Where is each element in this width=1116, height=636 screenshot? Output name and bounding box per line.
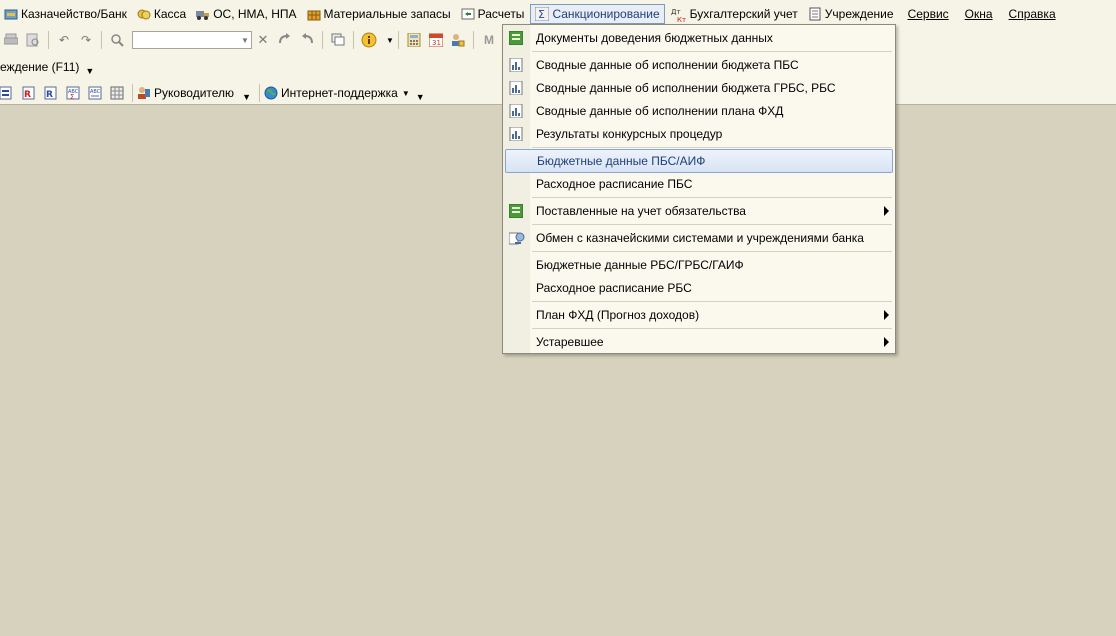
menu-cash-label: Касса — [153, 7, 187, 21]
functions-toolbar: R R ABC Σ ABC Руководителю ▼ Интернет-под… — [0, 81, 425, 105]
panel-label-button[interactable]: еждение (F11) — [0, 60, 79, 74]
menu-settlements[interactable]: Расчеты — [457, 4, 529, 24]
menu-accounting[interactable]: Дт Кт Бухгалтерский учет — [667, 4, 802, 24]
clear-search-icon[interactable]: ✕ — [254, 31, 272, 49]
abc-report-icon[interactable]: ABC — [86, 84, 104, 102]
report-icon — [509, 80, 523, 96]
panel-label: еждение (F11) — [0, 60, 80, 74]
menu-item-summary-pbs[interactable]: Сводные данные об исполнении бюджета ПБС — [503, 54, 895, 76]
menu-windows-label: Окна — [964, 7, 993, 21]
svg-text:ABC: ABC — [90, 89, 101, 95]
menu-settlements-label: Расчеты — [477, 7, 525, 21]
settlements-icon — [461, 7, 475, 21]
svg-text:31: 31 — [432, 39, 441, 47]
chevron-down-icon[interactable]: ▼ — [416, 92, 425, 102]
green-document-icon — [508, 30, 524, 46]
cashbox-icon — [137, 7, 151, 21]
windows-list-icon[interactable] — [329, 31, 347, 49]
print-icon[interactable] — [2, 31, 20, 49]
report-blue-icon[interactable]: R — [42, 84, 60, 102]
toolbar-separator — [132, 84, 133, 102]
manager-label: Руководителю — [154, 86, 235, 100]
menu-item-label: Сводные данные об исполнении бюджета ПБС — [536, 58, 799, 72]
svg-text:Σ: Σ — [70, 93, 74, 100]
document-icon — [808, 7, 822, 21]
inventory-icon — [307, 7, 321, 21]
find-next-icon[interactable] — [276, 31, 294, 49]
menu-fixed-assets-label: ОС, НМА, НПА — [213, 7, 297, 21]
menu-material-stocks-label: Материальные запасы — [323, 7, 451, 21]
report-red-icon[interactable]: R — [20, 84, 38, 102]
sum-report-icon[interactable]: ABC Σ — [64, 84, 82, 102]
toolbar-separator — [258, 84, 260, 102]
chevron-down-icon[interactable]: ▼ — [242, 92, 251, 102]
chevron-down-icon: ▼ — [401, 88, 410, 98]
panel-toolbar: еждение (F11) ▼ — [0, 55, 94, 79]
document-icon[interactable] — [0, 84, 16, 102]
toolbar-separator — [353, 31, 354, 49]
dt-kt-icon: Дт Кт — [671, 7, 687, 23]
menu-institution-label: Учреждение — [824, 7, 894, 21]
menu-sanctioning-label: Санкционирование — [552, 7, 660, 21]
toolbar-separator — [101, 31, 102, 49]
grid-icon[interactable] — [108, 84, 126, 102]
menu-material-stocks[interactable]: Материальные запасы — [303, 4, 455, 24]
svg-text:Σ: Σ — [538, 8, 545, 21]
toolbar-separator — [48, 31, 49, 49]
svg-text:R: R — [24, 90, 31, 100]
report-icon — [509, 57, 523, 73]
menu-treasury-bank-label: Казначейство/Банк — [21, 7, 127, 21]
chevron-down-icon[interactable]: ▼ — [85, 66, 94, 76]
chevron-down-icon[interactable]: ▼ — [239, 33, 251, 47]
menu-item-budget-data-documents[interactable]: Документы доведения бюджетных данных — [503, 27, 895, 49]
menu-separator — [532, 51, 892, 52]
manager-icon — [137, 86, 151, 100]
search-input[interactable]: ▼ — [132, 31, 252, 49]
menu-item-summary-grbs[interactable]: Сводные данные об исполнении бюджета ГРБ… — [503, 77, 895, 99]
globe-icon — [264, 86, 278, 100]
menu-treasury-bank[interactable]: Казначейство/Банк — [0, 4, 131, 24]
preview-icon[interactable] — [24, 31, 42, 49]
menu-windows[interactable]: Окна — [961, 4, 997, 24]
menu-service[interactable]: Сервис — [904, 4, 953, 24]
sigma-icon: Σ — [535, 7, 550, 21]
memory-icon[interactable]: M — [480, 31, 498, 49]
toolbar-separator — [322, 31, 323, 49]
search-icon[interactable] — [108, 31, 126, 49]
menu-sanctioning[interactable]: Σ Санкционирование — [530, 4, 665, 24]
svg-text:Дт: Дт — [671, 8, 681, 16]
bank-icon — [4, 7, 18, 21]
internet-support-label: Интернет-поддержка — [280, 86, 398, 100]
toolbar-separator — [398, 31, 399, 49]
find-previous-icon[interactable] — [298, 31, 316, 49]
menu-help[interactable]: Справка — [1005, 4, 1060, 24]
svg-text:Кт: Кт — [677, 16, 686, 23]
redo-icon[interactable]: ↷ — [77, 31, 95, 49]
menu-cash[interactable]: Касса — [133, 4, 190, 24]
standard-toolbar: ↶ ↷ ▼ ✕ ▼ 31 M — [0, 28, 510, 52]
truck-icon — [196, 7, 210, 21]
workspace-area — [0, 105, 1116, 636]
menu-service-label: Сервис — [907, 7, 949, 21]
menu-fixed-assets[interactable]: ОС, НМА, НПА — [192, 4, 300, 24]
calendar-icon[interactable]: 31 — [427, 31, 445, 49]
menu-accounting-label: Бухгалтерский учет — [689, 7, 798, 21]
manager-button[interactable]: Руководителю — [137, 86, 234, 100]
undo-icon[interactable]: ↶ — [55, 31, 73, 49]
menu-institution[interactable]: Учреждение — [804, 4, 898, 24]
svg-text:R: R — [46, 90, 53, 100]
toolbar-separator — [473, 31, 474, 49]
internet-support-button[interactable]: Интернет-поддержка ▼ — [264, 86, 410, 100]
main-menu-bar: Казначейство/Банк Касса ОС, НМА, НПА Мат… — [0, 3, 1062, 25]
menu-item-label: Сводные данные об исполнении бюджета ГРБ… — [536, 81, 836, 95]
menu-help-label: Справка — [1008, 7, 1056, 21]
chevron-down-icon[interactable]: ▼ — [386, 36, 394, 45]
menu-item-label: Документы доведения бюджетных данных — [536, 31, 773, 45]
calculator-icon[interactable] — [405, 31, 423, 49]
info-icon[interactable] — [360, 31, 378, 49]
users-icon[interactable] — [449, 31, 467, 49]
